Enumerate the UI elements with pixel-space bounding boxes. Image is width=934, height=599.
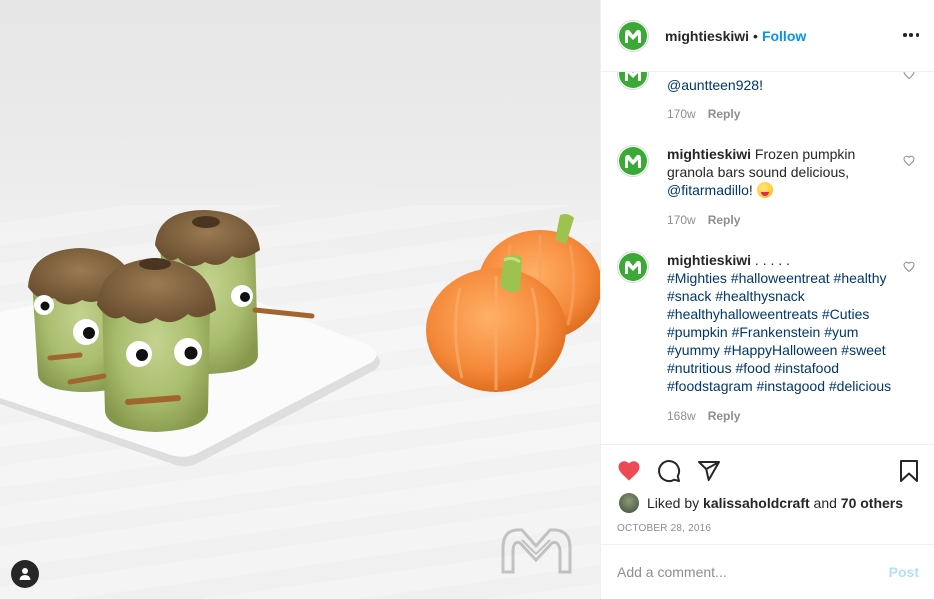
- comment-time[interactable]: 170w: [667, 107, 696, 121]
- comment-time[interactable]: 170w: [667, 213, 696, 227]
- profile-avatar[interactable]: [617, 19, 649, 52]
- comment-item: mightieskiwi @auntteen928! 170w Reply: [617, 72, 917, 124]
- comment-avatar[interactable]: [617, 251, 649, 283]
- mighties-watermark-logo: [501, 528, 572, 574]
- comment-avatar[interactable]: [617, 72, 649, 90]
- mighties-logo-icon: [619, 147, 647, 175]
- more-options-icon[interactable]: [903, 27, 919, 43]
- mighties-logo-icon: [619, 253, 647, 281]
- person-icon: [19, 568, 31, 580]
- post-photo[interactable]: [0, 0, 600, 599]
- comment-mention[interactable]: @fitarmadillo: [667, 182, 749, 198]
- comment-body: mightieskiwi @auntteen928!: [667, 72, 899, 94]
- comment-time[interactable]: 168w: [667, 409, 696, 423]
- comment-hashtags[interactable]: #Mighties #halloweentreat #healthy #snac…: [667, 270, 891, 394]
- comment-username[interactable]: mightieskiwi: [667, 252, 751, 268]
- comment-body: mightieskiwi Frozen pumpkin granola bars…: [667, 145, 899, 199]
- comment-item: mightieskiwi Frozen pumpkin granola bars…: [617, 145, 917, 229]
- reply-button[interactable]: Reply: [708, 409, 741, 423]
- likes-and: and: [813, 495, 837, 511]
- mighties-logo-icon: [619, 21, 647, 50]
- comment-mention[interactable]: @auntteen928: [667, 77, 759, 93]
- comment-text: !: [759, 77, 763, 93]
- add-comment-bar: Post: [601, 544, 934, 599]
- separator-dot: •: [753, 27, 758, 44]
- bookmark-icon[interactable]: [897, 459, 921, 483]
- comments-list[interactable]: mightieskiwi @auntteen928! 170w Reply mig…: [601, 72, 934, 444]
- post-header: mightieskiwi • Follow: [601, 0, 934, 72]
- comment-meta: 170w Reply: [667, 107, 740, 121]
- comment-text: . . . . .: [754, 252, 790, 268]
- comment-avatar[interactable]: [617, 145, 649, 177]
- comment-meta: 168w Reply: [667, 409, 740, 423]
- likes-summary: Liked by kalissaholdcraft and 70 others: [619, 493, 903, 513]
- reply-button[interactable]: Reply: [708, 213, 741, 227]
- face-savoring-food-emoji: [756, 182, 773, 198]
- comment-text-tail: !: [748, 182, 753, 198]
- share-paper-plane-icon[interactable]: [697, 459, 721, 483]
- post-author-username[interactable]: mightieskiwi: [665, 28, 749, 44]
- photo-scene: [0, 210, 600, 574]
- liker-username[interactable]: kalissaholdcraft: [703, 495, 810, 511]
- reply-button[interactable]: Reply: [708, 107, 741, 121]
- follow-button[interactable]: Follow: [762, 28, 806, 44]
- likes-prefix: Liked by: [647, 495, 700, 511]
- likes-others-link[interactable]: 70 others: [841, 495, 903, 511]
- comment-meta: 170w Reply: [667, 213, 740, 227]
- mighties-logo-icon: [619, 72, 647, 88]
- comment-body: mightieskiwi . . . . . #Mighties #hallow…: [667, 251, 899, 395]
- post-side-panel: mightieskiwi • Follow mightieskiwi @aunt…: [600, 0, 934, 599]
- post-comment-button[interactable]: Post: [889, 564, 919, 580]
- action-icons-row: [617, 459, 737, 483]
- comment-item: mightieskiwi . . . . . #Mighties #hallow…: [617, 251, 917, 423]
- liker-avatar[interactable]: [619, 493, 639, 513]
- comment-bubble-icon[interactable]: [657, 459, 681, 483]
- tagged-users-button[interactable]: [11, 560, 39, 588]
- post-actions: Liked by kalissaholdcraft and 70 others …: [601, 444, 934, 544]
- add-comment-input[interactable]: [617, 564, 889, 580]
- like-comment-heart-icon[interactable]: [903, 261, 915, 273]
- comment-username[interactable]: mightieskiwi: [667, 146, 751, 162]
- like-heart-icon[interactable]: [617, 459, 641, 483]
- post-date[interactable]: OCTOBER 28, 2016: [617, 523, 711, 534]
- like-comment-heart-icon[interactable]: [903, 155, 915, 167]
- like-comment-heart-icon[interactable]: [903, 72, 915, 80]
